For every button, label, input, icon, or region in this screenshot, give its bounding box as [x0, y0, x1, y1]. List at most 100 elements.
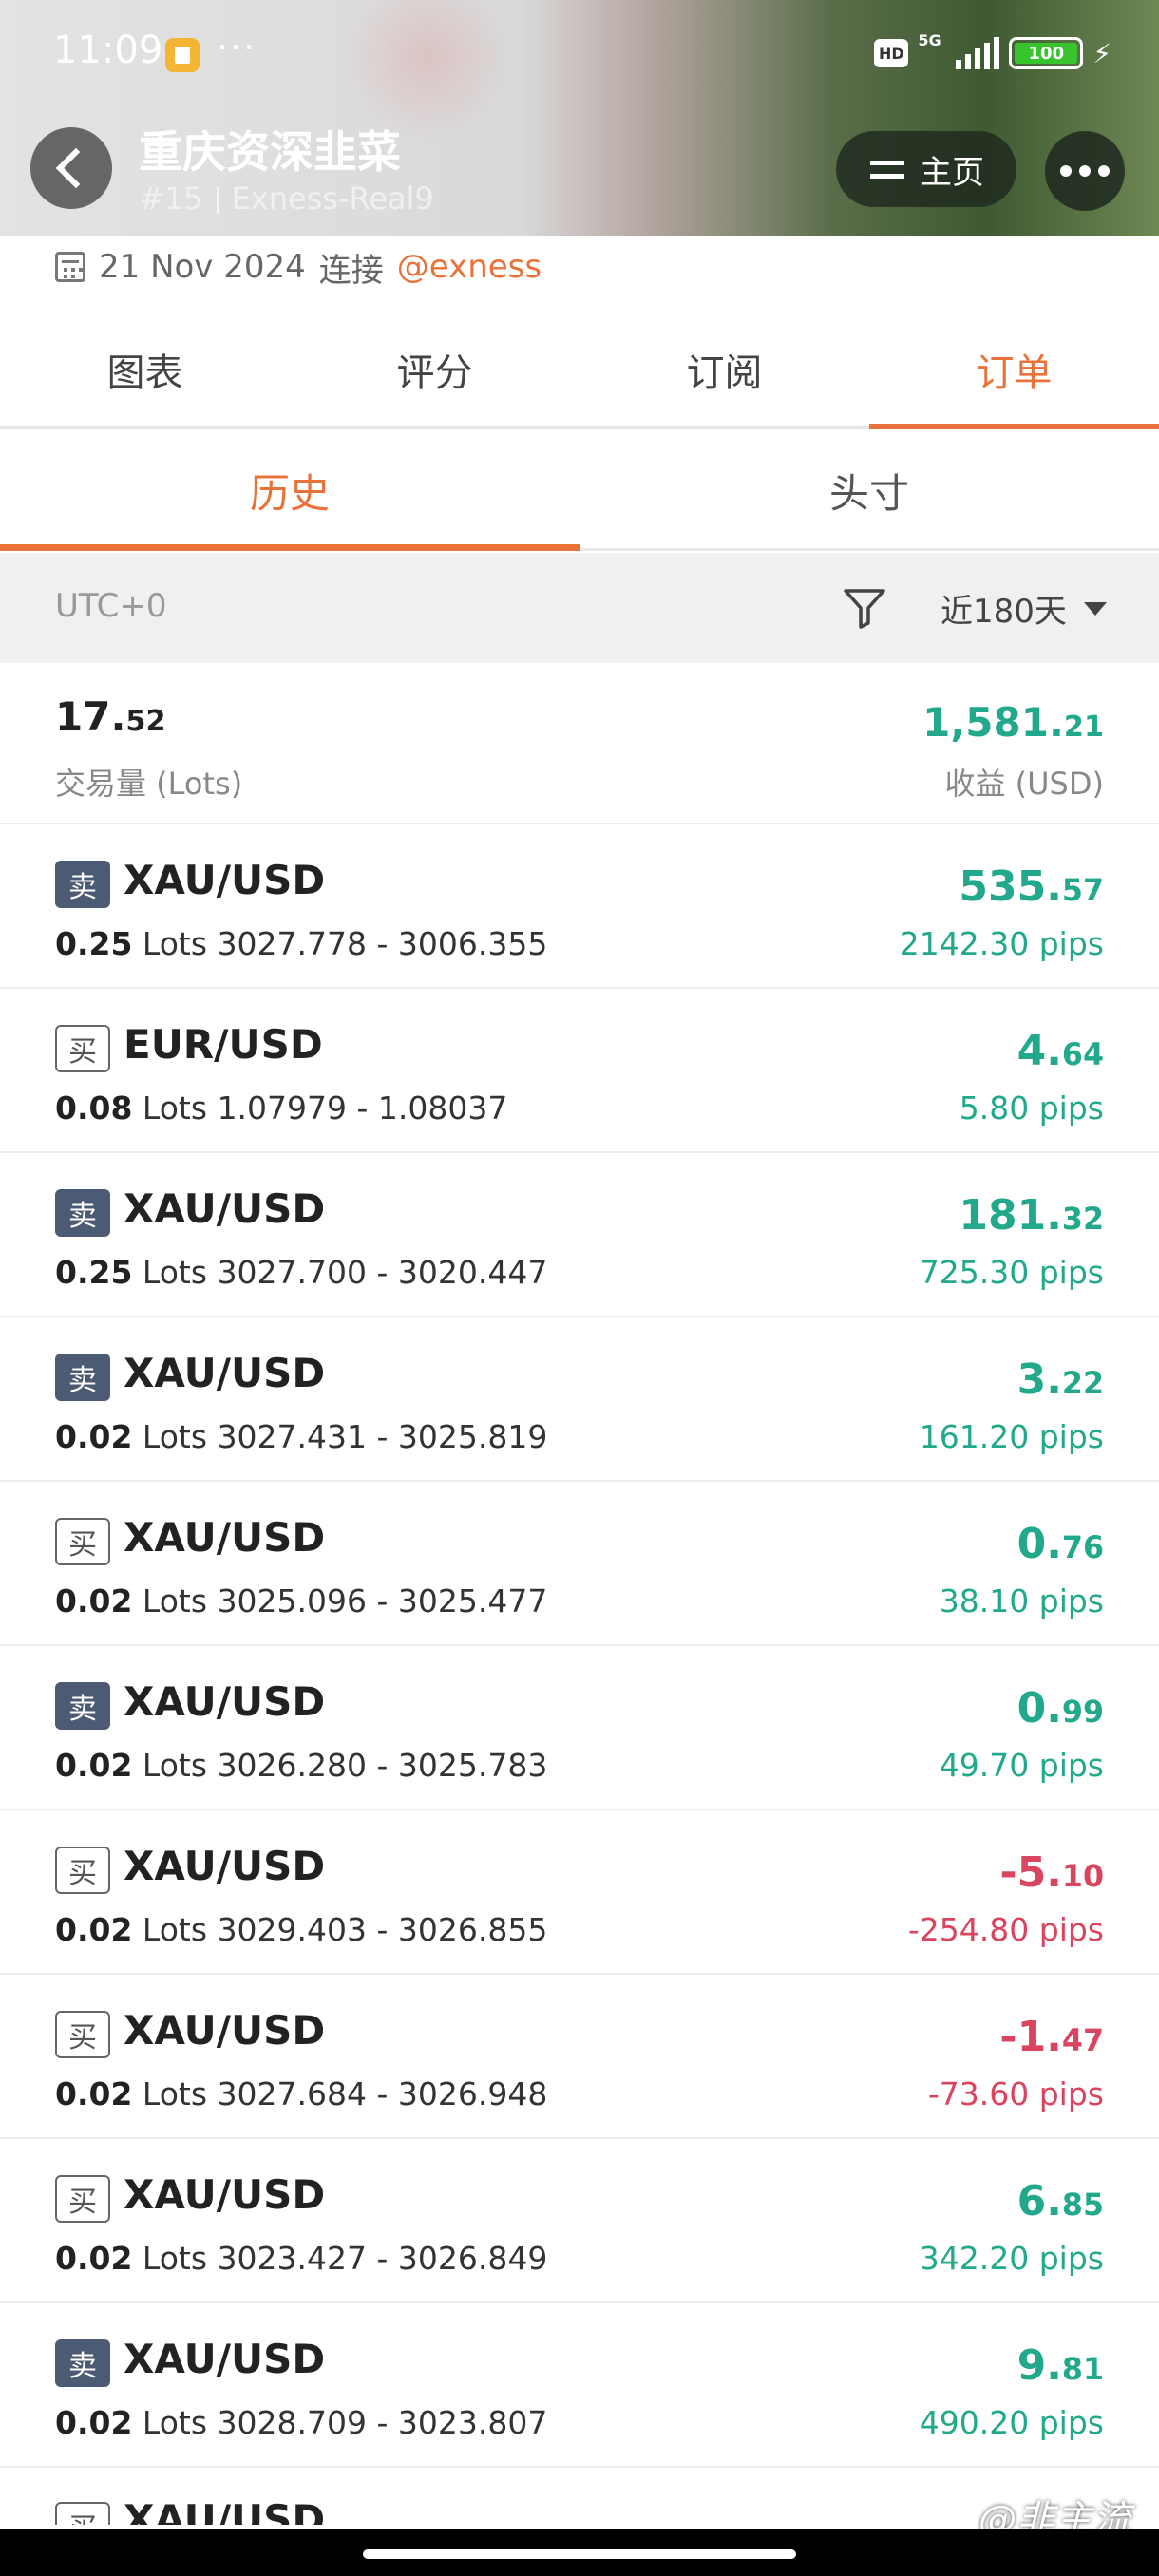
lots-unit: Lots: [142, 1418, 208, 1455]
profit-label: 收益 (USD): [944, 766, 1104, 802]
order-profit: 9.81: [1016, 2341, 1104, 2390]
lots-unit: Lots: [142, 2404, 208, 2441]
order-pips: 161.20 pips: [919, 1418, 1104, 1455]
order-lots: 0.02: [55, 1582, 133, 1619]
home-button-label: 主页: [920, 153, 984, 192]
order-profit: 4.64: [1016, 1027, 1104, 1075]
order-symbol: XAU/USD: [124, 2007, 326, 2054]
order-symbol: XAU/USD: [124, 857, 326, 903]
side-badge: 卖: [55, 2339, 110, 2387]
lots-unit: Lots: [142, 1911, 208, 1948]
order-pips: 342.20 pips: [919, 2240, 1104, 2277]
side-badge: 买: [55, 1847, 110, 1894]
order-lots: 0.02: [55, 1747, 133, 1784]
top-nav: 重庆资深韭菜 #15 Exness-Real9 主页: [0, 118, 1159, 236]
order-pips: 725.30 pips: [919, 1254, 1104, 1291]
order-row[interactable]: 卖 XAU/USD 0.02 Lots 3026.280 - 3025.783 0.9…: [0, 1646, 1159, 1810]
order-prices: 3023.427 - 3026.849: [217, 2240, 548, 2277]
order-detail: 0.02 Lots 3028.709 - 3023.807: [55, 2404, 547, 2441]
signal-icon: 5G: [918, 31, 1000, 69]
side-badge: 买: [55, 2502, 110, 2525]
order-detail: 0.02 Lots 3026.280 - 3025.783: [55, 1747, 547, 1784]
order-lots: 0.02: [55, 1911, 133, 1948]
side-badge: 卖: [55, 1354, 110, 1401]
order-profit: 0.99: [1016, 1684, 1104, 1733]
order-profit: 3.22: [1016, 1355, 1104, 1404]
order-detail: 0.25 Lots 3027.778 - 3006.355: [55, 925, 547, 962]
side-badge: 卖: [55, 1189, 110, 1237]
order-prices: 3027.700 - 3020.447: [217, 1254, 548, 1291]
summary: 17.52 交易量 (Lots) 1,581.21 收益 (USD): [0, 665, 1159, 824]
order-lots: 0.02: [55, 2075, 133, 2112]
order-symbol: XAU/USD: [124, 1514, 326, 1561]
order-row[interactable]: 买 XAU/USD 0.02 Lots 3027.684 - 3026.948 -1.…: [0, 1975, 1159, 2139]
home-indicator[interactable]: [363, 2549, 796, 2559]
total-profit: 1,581.21: [922, 699, 1104, 746]
order-profit: -1.47: [999, 2013, 1104, 2061]
broker-link[interactable]: @exness: [397, 248, 542, 286]
order-pips: 490.20 pips: [919, 2404, 1104, 2441]
system-nav-bar: [0, 2529, 1159, 2576]
range-dropdown[interactable]: 近180天: [940, 585, 1107, 632]
connect-info: 21 Nov 2024 连接 @exness: [55, 239, 542, 294]
filter-bar: UTC+0 近180天: [0, 553, 1159, 663]
side-badge: 买: [55, 2175, 110, 2223]
side-badge: 买: [55, 1025, 110, 1072]
order-row[interactable]: 买 XAU/USD 0.02 Lots 3025.096 - 3025.477 0.7…: [0, 1482, 1159, 1646]
home-button[interactable]: 主页: [836, 131, 1016, 207]
tab-subscribe[interactable]: 订阅: [580, 313, 869, 426]
order-detail: 0.08 Lots 1.07979 - 1.08037: [55, 1089, 507, 1127]
order-prices: 3027.778 - 3006.355: [217, 925, 548, 962]
side-badge: 卖: [55, 861, 110, 908]
tab-chart[interactable]: 图表: [0, 313, 290, 426]
tab-rating[interactable]: 评分: [290, 313, 580, 426]
order-profit: -5.10: [999, 1848, 1104, 1897]
order-row[interactable]: 卖 XAU/USD 0.25 Lots 3027.700 - 3020.447 181…: [0, 1153, 1159, 1317]
order-row[interactable]: 卖 XAU/USD 0.02 Lots 3028.709 - 3023.807 9.8…: [0, 2303, 1159, 2468]
order-pips: -73.60 pips: [927, 2075, 1104, 2112]
lots-unit: Lots: [142, 925, 208, 962]
order-prices: 3028.709 - 3023.807: [217, 2404, 548, 2441]
order-symbol: XAU/USD: [124, 2171, 326, 2218]
side-badge: 买: [55, 2011, 110, 2058]
connect-text: 连接: [318, 251, 384, 290]
order-detail: 0.25 Lots 3027.700 - 3020.447: [55, 1254, 547, 1291]
order-profit: 6.85: [1016, 2177, 1104, 2226]
tab-orders[interactable]: 订单: [869, 313, 1159, 429]
order-lots: 0.08: [55, 1089, 133, 1127]
tab-positions[interactable]: 头寸: [580, 433, 1159, 548]
order-row[interactable]: 买 XAU/USD 0.02 Lots 3023.427 - 3026.849 6.8…: [0, 2139, 1159, 2303]
order-symbol: XAU/USD: [124, 1843, 326, 1889]
order-row[interactable]: 卖 XAU/USD 0.25 Lots 3027.778 - 3006.355 535…: [0, 824, 1159, 989]
back-button[interactable]: [30, 127, 112, 209]
order-prices: 3027.684 - 3026.948: [217, 2075, 548, 2112]
order-pips: -254.80 pips: [907, 1911, 1104, 1948]
chevron-down-icon: [1083, 601, 1107, 616]
order-detail: 0.02 Lots 3025.096 - 3025.477: [55, 1582, 547, 1619]
profile-title: 重庆资深韭菜: [139, 126, 401, 178]
charging-icon: ⚡: [1092, 37, 1112, 69]
tab-history[interactable]: 历史: [0, 433, 580, 551]
order-row[interactable]: 卖 XAU/USD 0.02 Lots 3027.431 - 3025.819 3.2…: [0, 1317, 1159, 1482]
order-lots: 0.25: [55, 1254, 133, 1291]
order-symbol: EUR/USD: [124, 1021, 323, 1068]
range-label: 近180天: [940, 593, 1067, 631]
status-bar: 11:09 ··· HD 5G 100 ⚡: [0, 0, 1159, 106]
more-options-button[interactable]: [1045, 131, 1125, 211]
order-pips: 49.70 pips: [939, 1747, 1104, 1784]
lots-unit: Lots: [142, 1254, 208, 1291]
order-pips: 2142.30 pips: [899, 925, 1104, 962]
filter-icon[interactable]: [842, 585, 887, 631]
hd-icon: HD: [874, 39, 909, 67]
order-list: 卖 XAU/USD 0.25 Lots 3027.778 - 3006.355 535…: [0, 824, 1159, 2468]
volume-label: 交易量 (Lots): [55, 766, 243, 802]
order-row[interactable]: 买 XAU/USD 0.02 Lots 3029.403 - 3026.855 -5.…: [0, 1810, 1159, 1975]
more-notifications-icon: ···: [217, 27, 257, 68]
side-badge: 买: [55, 1518, 110, 1565]
order-lots: 0.02: [55, 1418, 133, 1455]
order-row[interactable]: 买 EUR/USD 0.08 Lots 1.07979 - 1.08037 4.64 5…: [0, 989, 1159, 1153]
order-lots: 0.25: [55, 925, 133, 962]
order-symbol: XAU/USD: [124, 2496, 326, 2525]
order-detail: 0.02 Lots 3027.431 - 3025.819: [55, 1418, 547, 1455]
status-icons: HD 5G 100 ⚡: [874, 31, 1112, 72]
